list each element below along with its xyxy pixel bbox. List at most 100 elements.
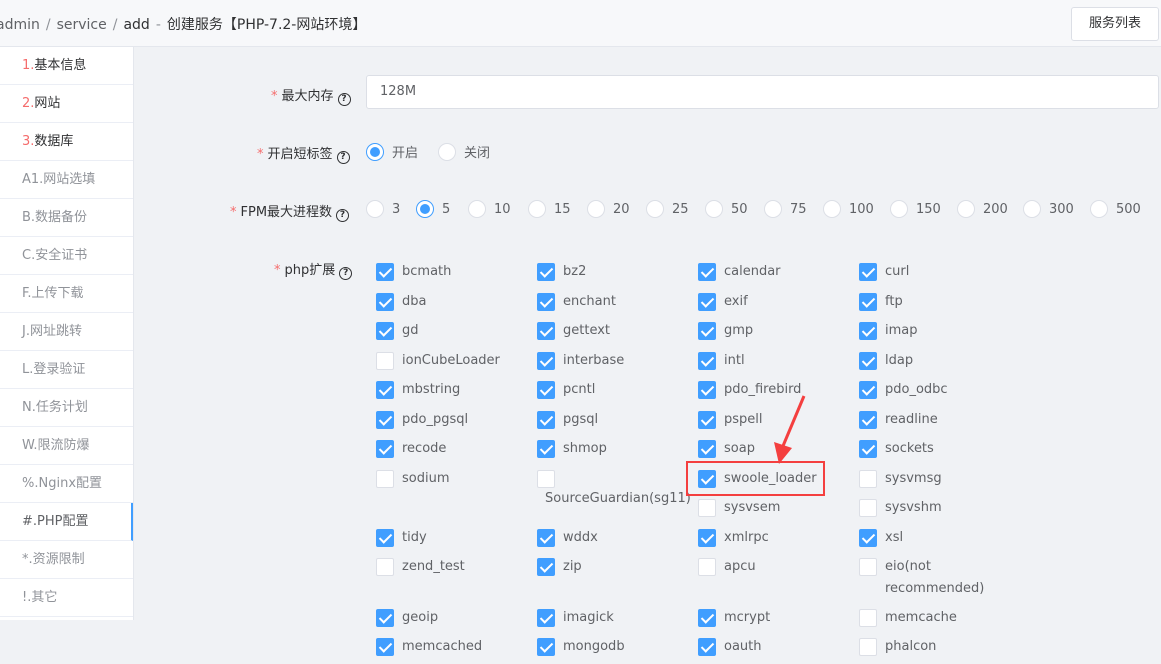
fpm-radio-option[interactable]: 5 xyxy=(416,200,450,218)
help-icon[interactable]: ? xyxy=(337,93,351,106)
fpm-radio-option[interactable]: 50 xyxy=(705,200,748,218)
extension-checkbox[interactable]: shmop xyxy=(537,440,687,458)
extension-checkbox[interactable]: sockets xyxy=(859,440,1009,458)
extension-label: sodium xyxy=(402,471,450,486)
extension-checkbox[interactable]: ionCubeLoader xyxy=(376,352,526,370)
extension-checkbox[interactable]: wddx xyxy=(537,529,687,547)
fpm-radio-option[interactable]: 75 xyxy=(764,200,807,218)
short-tag-radio-on[interactable]: 开启 xyxy=(366,142,418,161)
extension-checkbox[interactable]: sysvmsg xyxy=(859,470,1009,488)
checkbox-empty-icon xyxy=(859,609,877,627)
extension-checkbox[interactable]: SourceGuardian(sg11) xyxy=(537,470,691,506)
required-asterisk: * xyxy=(230,205,237,220)
sidebar-item[interactable]: B.数据备份 xyxy=(0,199,133,237)
extension-checkbox[interactable]: curl xyxy=(859,263,1009,281)
extension-checkbox[interactable]: sysvsem xyxy=(698,499,848,517)
extension-checkbox[interactable]: calendar xyxy=(698,263,848,281)
fpm-radio-option[interactable]: 15 xyxy=(528,200,571,218)
sidebar-item[interactable]: 1.基本信息 xyxy=(0,47,133,85)
short-tag-radio-off[interactable]: 关闭 xyxy=(438,142,490,161)
extension-checkbox[interactable]: eio(not recommended) xyxy=(859,558,1009,596)
extension-label: curl xyxy=(885,264,910,279)
extension-checkbox[interactable]: mcrypt xyxy=(698,609,848,627)
sidebar-item[interactable]: 2.网站 xyxy=(0,85,133,123)
extension-checkbox[interactable]: gmp xyxy=(698,322,848,340)
sidebar-item-label: B.数据备份 xyxy=(22,210,88,225)
sidebar-item[interactable]: F.上传下载 xyxy=(0,275,133,313)
sidebar-item[interactable]: J.网址跳转 xyxy=(0,313,133,351)
extension-checkbox[interactable]: geoip xyxy=(376,609,526,627)
checkbox-checked-icon xyxy=(698,322,716,340)
extension-checkbox[interactable]: zip xyxy=(537,558,687,576)
sidebar-item[interactable]: %.Nginx配置 xyxy=(0,465,133,503)
extension-checkbox[interactable]: interbase xyxy=(537,352,687,370)
extension-checkbox[interactable]: memcached xyxy=(376,638,526,656)
sidebar-item[interactable]: !.其它 xyxy=(0,579,133,617)
extension-checkbox[interactable]: pgsql xyxy=(537,411,687,429)
extension-checkbox[interactable]: imagick xyxy=(537,609,687,627)
extension-checkbox[interactable]: gettext xyxy=(537,322,687,340)
checkbox-checked-icon xyxy=(698,381,716,399)
fpm-radio-option[interactable]: 150 xyxy=(890,200,941,218)
extension-checkbox[interactable]: sysvshm xyxy=(859,499,1009,517)
extension-checkbox[interactable]: tidy xyxy=(376,529,526,547)
extension-checkbox[interactable]: ldap xyxy=(859,352,1009,370)
breadcrumb-service[interactable]: service xyxy=(57,17,107,33)
max-memory-input[interactable]: 128M xyxy=(366,75,1159,109)
fpm-radio-option[interactable]: 500 xyxy=(1090,200,1141,218)
extension-checkbox[interactable]: zend_test xyxy=(376,558,526,576)
fpm-radio-option[interactable]: 100 xyxy=(823,200,874,218)
extension-checkbox[interactable]: recode xyxy=(376,440,526,458)
extension-checkbox[interactable]: pcntl xyxy=(537,381,687,399)
extension-checkbox[interactable]: readline xyxy=(859,411,1009,429)
extension-checkbox[interactable]: gd xyxy=(376,322,526,340)
extension-checkbox[interactable]: memcache xyxy=(859,609,1009,627)
extension-checkbox[interactable]: mongodb xyxy=(537,638,687,656)
breadcrumb-admin[interactable]: admin xyxy=(0,17,40,33)
checkbox-empty-icon xyxy=(698,499,716,517)
extension-checkbox[interactable]: exif xyxy=(698,293,848,311)
help-icon[interactable]: ? xyxy=(336,151,350,164)
extension-checkbox[interactable]: intl xyxy=(698,352,848,370)
sidebar-item[interactable]: N.任务计划 xyxy=(0,389,133,427)
help-icon[interactable]: ? xyxy=(339,267,353,280)
extension-checkbox[interactable]: bcmath xyxy=(376,263,526,281)
extension-checkbox[interactable]: oauth xyxy=(698,638,848,656)
radio-label: 20 xyxy=(613,201,630,217)
checkbox-checked-icon xyxy=(537,293,555,311)
help-icon[interactable]: ? xyxy=(336,209,350,222)
service-list-button[interactable]: 服务列表 xyxy=(1071,7,1159,41)
memory-label: * 最大内存? xyxy=(271,85,351,106)
breadcrumb-add: add xyxy=(123,17,150,33)
extension-checkbox[interactable]: xmlrpc xyxy=(698,529,848,547)
fpm-radio-option[interactable]: 10 xyxy=(468,200,511,218)
fpm-radio-option[interactable]: 3 xyxy=(366,200,400,218)
sidebar-item[interactable]: 3.数据库 xyxy=(0,123,133,161)
extension-checkbox[interactable]: imap xyxy=(859,322,1009,340)
extension-checkbox[interactable]: ftp xyxy=(859,293,1009,311)
sidebar-item[interactable]: L.登录验证 xyxy=(0,351,133,389)
extension-checkbox[interactable]: pdo_pgsql xyxy=(376,411,526,429)
fpm-radio-option[interactable]: 25 xyxy=(646,200,689,218)
extension-checkbox[interactable]: phalcon xyxy=(859,638,1009,656)
sidebar-item[interactable]: C.安全证书 xyxy=(0,237,133,275)
extension-checkbox[interactable]: enchant xyxy=(537,293,687,311)
extension-checkbox[interactable]: dba xyxy=(376,293,526,311)
extension-checkbox[interactable]: mbstring xyxy=(376,381,526,399)
fpm-radio-option[interactable]: 200 xyxy=(957,200,1008,218)
required-asterisk: * xyxy=(274,263,281,278)
sidebar-item[interactable]: #.PHP配置 xyxy=(0,503,133,541)
extension-checkbox[interactable]: bz2 xyxy=(537,263,687,281)
sidebar-item[interactable]: *.资源限制 xyxy=(0,541,133,579)
sidebar-item[interactable]: A1.网站选填 xyxy=(0,161,133,199)
fpm-radio-option[interactable]: 20 xyxy=(587,200,630,218)
fpm-radio-option[interactable]: 300 xyxy=(1023,200,1074,218)
extension-checkbox[interactable]: apcu xyxy=(698,558,848,576)
checkbox-checked-icon xyxy=(376,411,394,429)
extension-label: pcntl xyxy=(563,382,596,397)
sidebar-item[interactable]: W.限流防爆 xyxy=(0,427,133,465)
top-bar: admin / service / add - 创建服务【PHP-7.2-网站环境】 服务列… xyxy=(0,0,1161,47)
extension-checkbox[interactable]: pdo_odbc xyxy=(859,381,1009,399)
extension-checkbox[interactable]: xsl xyxy=(859,529,1009,547)
extension-checkbox[interactable]: sodium xyxy=(376,470,526,488)
